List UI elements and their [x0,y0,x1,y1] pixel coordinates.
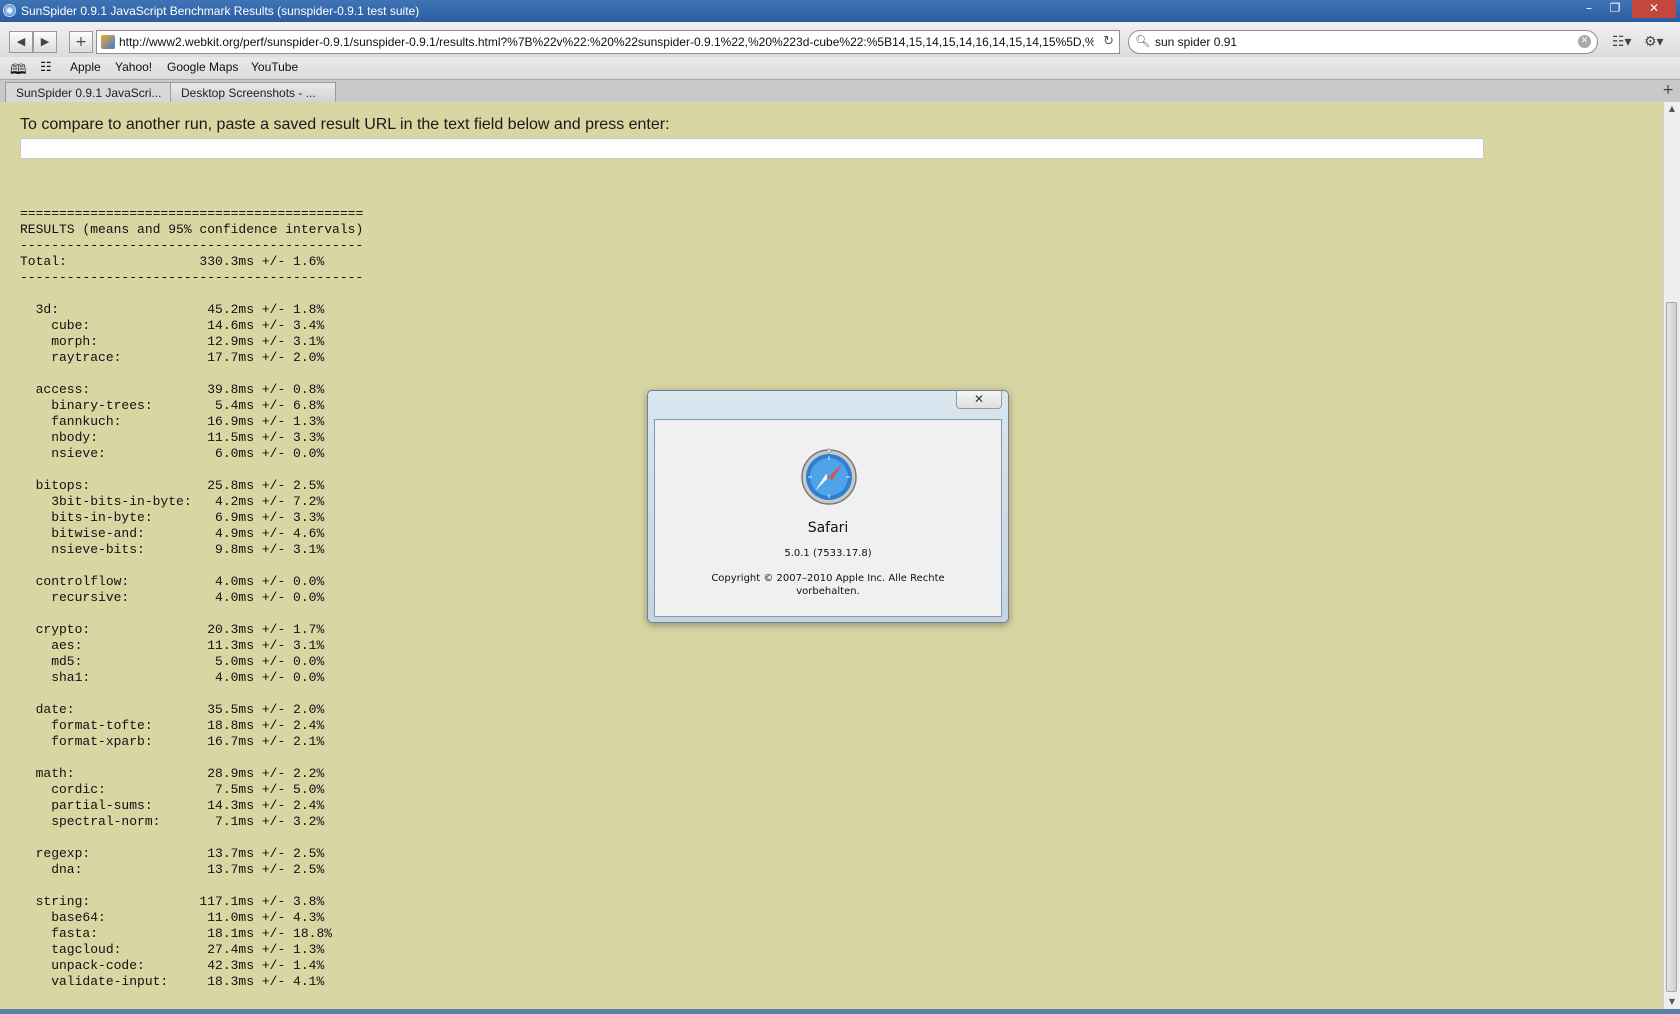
dialog-close-button[interactable]: ✕ [956,391,1002,409]
new-tab-button[interactable]: + [1662,82,1674,98]
vertical-scrollbar[interactable]: ▲ ▼ [1663,102,1680,1009]
bookmark-youtube[interactable]: YouTube [251,60,298,74]
settings-menu-icon[interactable]: ⚙▾ [1644,34,1664,50]
compare-url-input[interactable] [20,138,1484,159]
safari-app-icon [3,4,16,17]
about-safari-dialog: ✕ Safari 5.0.1 (7533.17.8) Copyright © 2… [647,390,1009,623]
page-menu-icon[interactable]: ☷▾ [1612,34,1632,50]
site-favicon-icon [101,35,115,49]
bookmark-yahoo[interactable]: Yahoo! [115,60,152,74]
results-text: ========================================… [20,206,364,989]
search-field[interactable]: 🔍︎ sun spider 0.91 ✕ [1128,30,1598,54]
address-url[interactable]: http://www2.webkit.org/perf/sunspider-0.… [119,35,1094,49]
grid-icon[interactable]: ☷ [40,59,52,75]
dialog-body: Safari 5.0.1 (7533.17.8) Copyright © 200… [654,419,1002,617]
address-bar[interactable]: http://www2.webkit.org/perf/sunspider-0.… [96,30,1120,54]
compass-icon [801,448,857,505]
forward-button[interactable]: ▶ [33,31,57,53]
magnifier-icon: 🔍︎ [1135,34,1151,48]
dialog-version: 5.0.1 (7533.17.8) [784,548,872,559]
compare-instructions: To compare to another run, paste a saved… [20,116,670,133]
maximize-button[interactable]: ❐ [1602,0,1628,18]
add-bookmark-button[interactable]: + [69,31,93,53]
dialog-app-name: Safari [807,520,849,536]
window-title: SunSpider 0.9.1 JavaScript Benchmark Res… [21,4,420,18]
minimize-button[interactable]: – [1576,0,1602,18]
reload-icon[interactable]: ↻ [1103,34,1114,49]
close-window-button[interactable]: ✕ [1632,0,1676,18]
taskbar-strip [0,1009,1680,1014]
window-title-bar: SunSpider 0.9.1 JavaScript Benchmark Res… [0,0,1680,22]
clear-icon[interactable]: ✕ [1578,35,1591,48]
tab-sunspider[interactable]: SunSpider 0.9.1 JavaScri... [5,82,171,102]
search-value[interactable]: sun spider 0.91 [1155,35,1237,49]
tab-desktop-screenshots[interactable]: Desktop Screenshots - ... [170,82,336,102]
scrollbar-thumb[interactable] [1666,302,1677,992]
scroll-up-arrow-icon[interactable]: ▲ [1664,102,1680,116]
dialog-copyright: Copyright © 2007–2010 Apple Inc. Alle Re… [711,573,945,597]
bookmarks-bar: 🕮︎ ☷ Apple Yahoo! Google Maps YouTube [0,57,1680,79]
bookmark-apple[interactable]: Apple [70,60,101,74]
tab-bar: SunSpider 0.9.1 JavaScri... Desktop Scre… [0,79,1680,104]
bookmark-google-maps[interactable]: Google Maps [167,60,238,74]
back-button[interactable]: ◀ [9,31,33,53]
scroll-down-arrow-icon[interactable]: ▼ [1664,995,1680,1009]
